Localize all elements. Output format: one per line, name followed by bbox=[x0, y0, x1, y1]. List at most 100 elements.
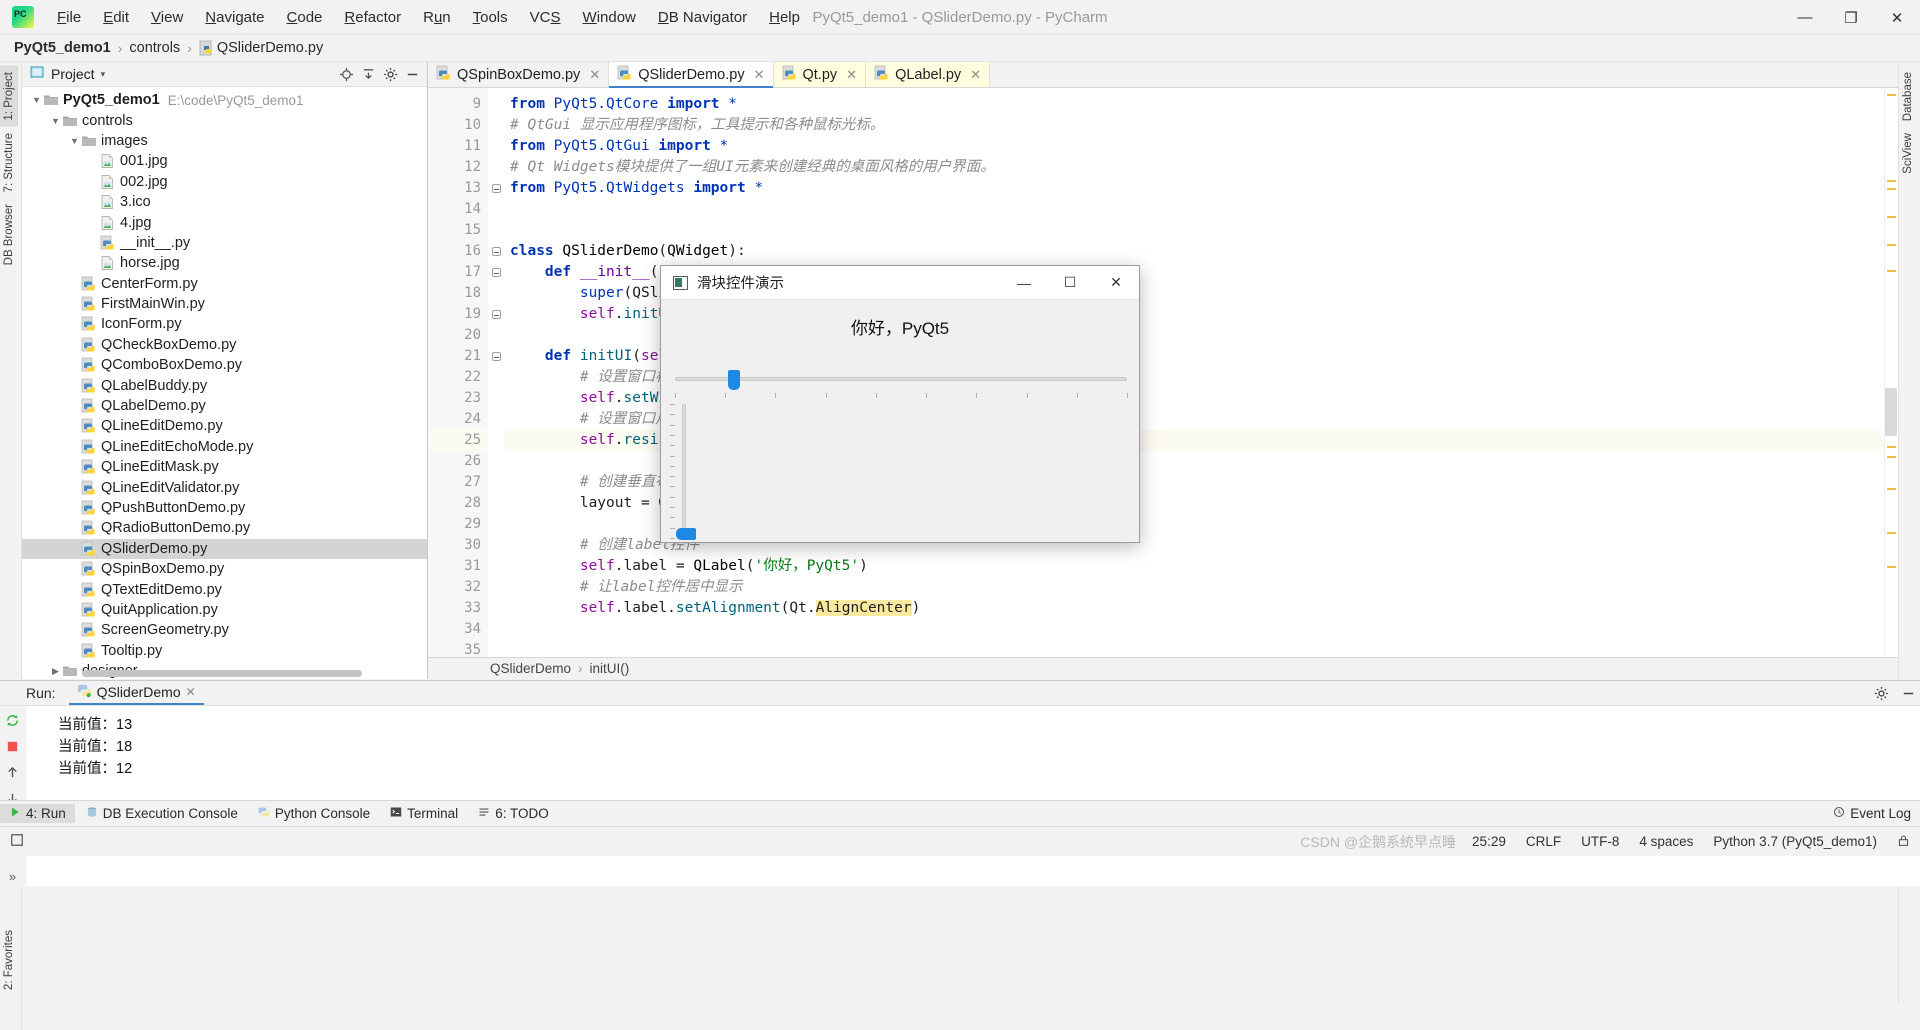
menu-item-run[interactable]: Run bbox=[412, 5, 462, 30]
dialog-close-button[interactable]: ✕ bbox=[1093, 266, 1139, 300]
sidebar-item-favorites[interactable]: 2: Favorites bbox=[0, 924, 18, 996]
window-minimize-button[interactable]: — bbox=[1782, 0, 1828, 35]
sidebar-item-project[interactable]: 1: Project bbox=[0, 66, 18, 127]
horizontal-slider[interactable] bbox=[675, 368, 1128, 398]
menu-item-tools[interactable]: Tools bbox=[462, 5, 519, 30]
menu-item-vcs[interactable]: VCS bbox=[519, 5, 572, 30]
sidebar-item-sciview[interactable]: SciView bbox=[1899, 127, 1917, 180]
settings-gear-button[interactable] bbox=[379, 63, 401, 85]
breadcrumb-class[interactable]: QSliderDemo bbox=[490, 661, 571, 676]
python-interpreter[interactable]: Python 3.7 (PyQt5_demo1) bbox=[1703, 834, 1887, 849]
editor-scrollbar-thumb[interactable] bbox=[1885, 388, 1897, 436]
tool-button-run[interactable]: 4: Run bbox=[0, 804, 75, 823]
menu-item-edit[interactable]: Edit bbox=[92, 5, 140, 30]
menu-item-refactor[interactable]: Refactor bbox=[333, 5, 412, 30]
code-folding-column[interactable] bbox=[488, 88, 504, 657]
breadcrumb-project[interactable]: PyQt5_demo1 bbox=[14, 40, 111, 56]
sidebar-item-database[interactable]: Database bbox=[1899, 66, 1917, 127]
tree-item[interactable]: IconForm.py bbox=[22, 314, 427, 334]
tree-item[interactable]: 001.jpg bbox=[22, 151, 427, 171]
tool-button-python-console[interactable]: Python Console bbox=[249, 804, 379, 823]
menu-item-navigate[interactable]: Navigate bbox=[194, 5, 275, 30]
tree-item[interactable]: horse.jpg bbox=[22, 253, 427, 273]
breadcrumb-folder[interactable]: controls bbox=[129, 40, 180, 56]
project-panel-title-group[interactable]: Project ▾ bbox=[26, 65, 105, 83]
vertical-slider-groove[interactable] bbox=[682, 404, 686, 538]
project-tree-horizontal-scrollbar[interactable] bbox=[82, 670, 362, 677]
tree-item[interactable]: QSliderDemo.py bbox=[22, 538, 427, 559]
tree-item[interactable]: 4.jpg bbox=[22, 212, 427, 232]
tool-button-db-execution-console[interactable]: DB Execution Console bbox=[77, 804, 247, 823]
tree-item[interactable]: ScreenGeometry.py bbox=[22, 620, 427, 640]
file-encoding[interactable]: UTF-8 bbox=[1571, 834, 1629, 849]
sidebar-item-db-browser[interactable]: DB Browser bbox=[0, 198, 18, 271]
tree-item[interactable]: ▼ PyQt5_demo1 E:\code\PyQt5_demo1 bbox=[22, 90, 427, 110]
editor-tab-close-icon[interactable]: ✕ bbox=[970, 67, 981, 83]
run-tab-close-icon[interactable]: ✕ bbox=[186, 685, 196, 699]
tree-item[interactable]: QLineEditDemo.py bbox=[22, 416, 427, 436]
menu-item-file[interactable]: FFileile bbox=[46, 5, 92, 30]
expand-button-2[interactable]: » bbox=[3, 866, 23, 886]
event-log-button[interactable]: Event Log bbox=[1824, 804, 1920, 823]
tree-item[interactable]: QLabelBuddy.py bbox=[22, 375, 427, 395]
menu-item-window[interactable]: Window bbox=[572, 5, 647, 30]
chevron-down-icon[interactable]: ▼ bbox=[30, 95, 43, 105]
run-tab-qsliderdemo[interactable]: QSliderDemo ✕ bbox=[68, 681, 204, 705]
fold-marker[interactable] bbox=[488, 304, 504, 325]
tree-item[interactable]: 002.jpg bbox=[22, 172, 427, 192]
chevron-down-icon[interactable]: ▼ bbox=[49, 116, 62, 126]
fold-marker[interactable] bbox=[488, 241, 504, 262]
qslider-demo-dialog[interactable]: 滑块控件演示 — ☐ ✕ 你好，PyQt5 bbox=[660, 265, 1140, 543]
editor-tab-close-icon[interactable]: ✕ bbox=[589, 67, 600, 83]
tree-item[interactable]: FirstMainWin.py bbox=[22, 294, 427, 314]
fold-marker[interactable] bbox=[488, 178, 504, 199]
dialog-title-bar[interactable]: 滑块控件演示 — ☐ ✕ bbox=[661, 266, 1139, 300]
tree-item[interactable]: 3.ico bbox=[22, 192, 427, 212]
stop-process-button[interactable] bbox=[3, 736, 23, 756]
breadcrumb-file[interactable]: QSliderDemo.py bbox=[217, 40, 323, 56]
tree-item[interactable]: QLineEditValidator.py bbox=[22, 477, 427, 497]
tree-item[interactable]: QLineEditMask.py bbox=[22, 457, 427, 477]
editor-tab-close-icon[interactable]: ✕ bbox=[846, 67, 857, 83]
tree-item[interactable]: QLabelDemo.py bbox=[22, 396, 427, 416]
menu-item-view[interactable]: View bbox=[140, 5, 194, 30]
editor-tab[interactable]: Qt.py ✕ bbox=[773, 62, 867, 87]
sidebar-item-structure[interactable]: 7: Structure bbox=[0, 127, 18, 198]
horizontal-slider-groove[interactable] bbox=[675, 377, 1127, 381]
indent-setting[interactable]: 4 spaces bbox=[1629, 834, 1703, 849]
locate-target-button[interactable] bbox=[335, 63, 357, 85]
horizontal-slider-handle[interactable] bbox=[727, 370, 740, 390]
collapse-all-button[interactable] bbox=[357, 63, 379, 85]
vertical-slider-handle[interactable] bbox=[676, 527, 696, 540]
menu-item-code[interactable]: Code bbox=[276, 5, 334, 30]
window-maximize-button[interactable]: ❐ bbox=[1828, 0, 1874, 35]
tree-item[interactable]: Tooltip.py bbox=[22, 641, 427, 661]
tree-item[interactable]: QCheckBoxDemo.py bbox=[22, 335, 427, 355]
tree-item[interactable]: QRadioButtonDemo.py bbox=[22, 518, 427, 538]
chevron-down-icon[interactable]: ▼ bbox=[68, 136, 81, 146]
breadcrumb-method[interactable]: initUI() bbox=[590, 661, 630, 676]
hide-panel-button[interactable] bbox=[401, 63, 423, 85]
menu-item-help[interactable]: Help bbox=[758, 5, 811, 30]
tree-item[interactable]: QLineEditEchoMode.py bbox=[22, 437, 427, 457]
menu-item-db-navigator[interactable]: DB Navigator bbox=[647, 5, 758, 30]
run-console-output[interactable]: 当前值：13 当前值：18 当前值：12 bbox=[26, 706, 1920, 886]
chevron-right-icon[interactable]: ▶ bbox=[49, 666, 62, 677]
project-panel-caret-icon[interactable]: ▾ bbox=[101, 69, 106, 80]
tree-item[interactable]: __init__.py bbox=[22, 233, 427, 253]
window-close-button[interactable]: ✕ bbox=[1874, 0, 1920, 35]
run-settings-gear-button[interactable] bbox=[1869, 682, 1893, 704]
editor-tab-close-icon[interactable]: ✕ bbox=[754, 67, 765, 83]
vertical-slider[interactable] bbox=[669, 404, 696, 540]
scroll-up-button[interactable] bbox=[3, 762, 23, 782]
editor-tab[interactable]: QLabel.py ✕ bbox=[866, 62, 991, 87]
fold-marker[interactable] bbox=[488, 346, 504, 367]
tree-item[interactable]: CenterForm.py bbox=[22, 274, 427, 294]
tool-button-todo[interactable]: 6: TODO bbox=[469, 804, 558, 823]
hide-run-panel-button[interactable] bbox=[1896, 682, 1920, 704]
cursor-position[interactable]: 25:29 bbox=[1462, 834, 1516, 849]
tree-item[interactable]: QComboBoxDemo.py bbox=[22, 355, 427, 375]
tree-item[interactable]: ▼ images bbox=[22, 131, 427, 151]
tree-item[interactable]: QSpinBoxDemo.py bbox=[22, 559, 427, 579]
tree-item[interactable]: QTextEditDemo.py bbox=[22, 579, 427, 599]
